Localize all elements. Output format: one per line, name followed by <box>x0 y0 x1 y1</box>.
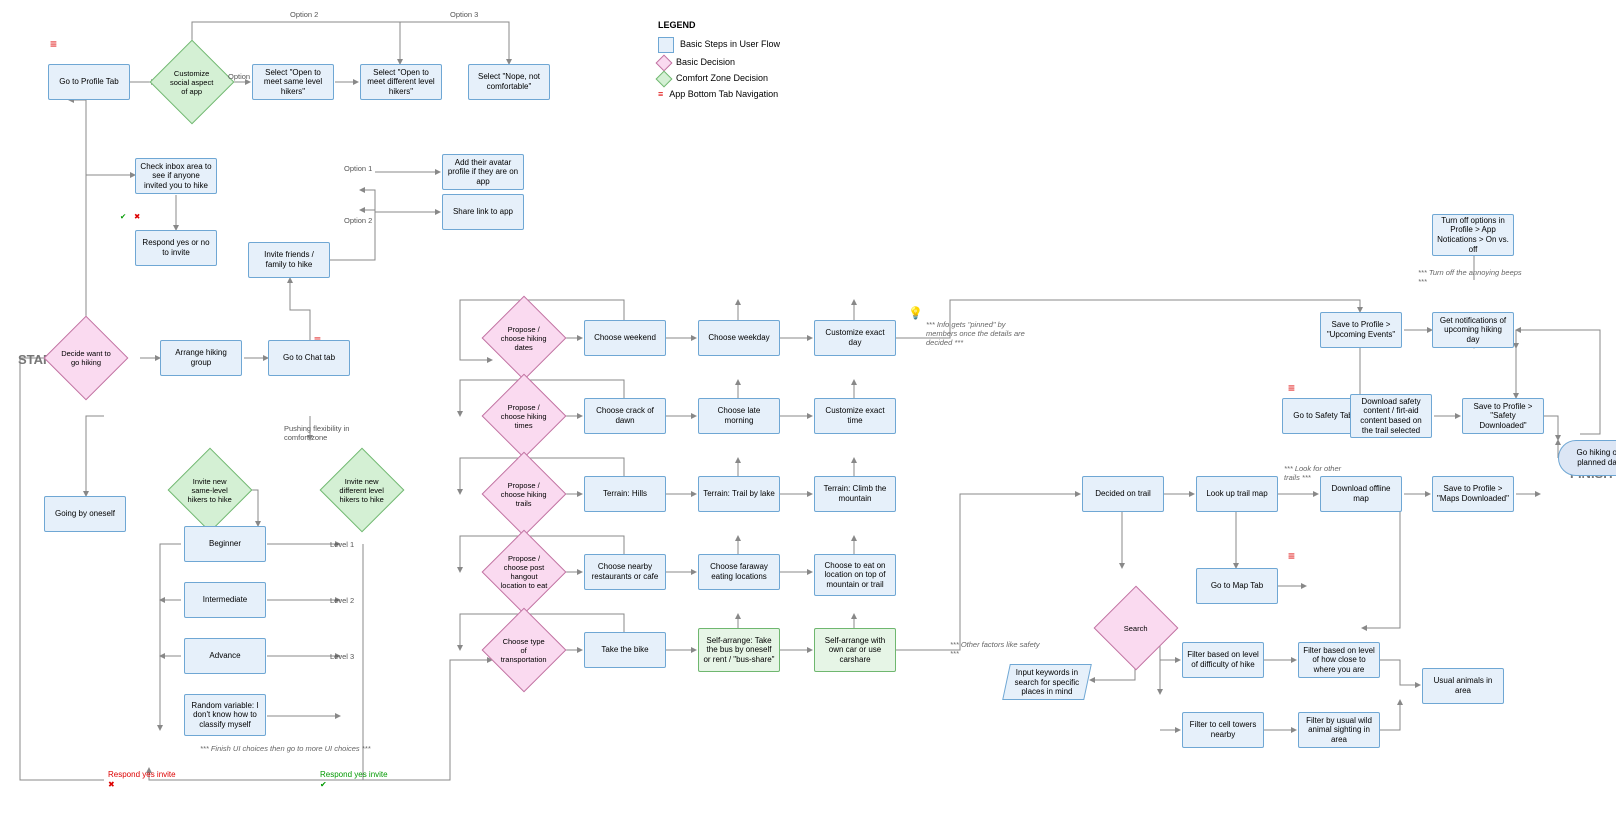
decision-eat: Propose / choose post hangout location t… <box>482 530 567 615</box>
decision-same-level: Invite new same-level hikers to hike <box>168 448 253 533</box>
legend-title: LEGEND <box>658 20 780 31</box>
step-beginner: Beginner <box>184 526 266 562</box>
step-intermediate: Intermediate <box>184 582 266 618</box>
input-keywords: Input keywords in search for specific pl… <box>1002 664 1092 700</box>
step-turn-off: Turn off options in Profile > App Notica… <box>1432 214 1514 256</box>
decision-diff-level: Invite new different level hikers to hik… <box>320 448 405 533</box>
decision-want-hike: Decide want to go hiking <box>44 316 129 401</box>
step-eat-onsite: Choose to eat on location on top of moun… <box>814 554 896 596</box>
legend-item: Basic Steps in User Flow <box>680 39 780 50</box>
step-car: Self-arrange with own car or use carshar… <box>814 628 896 672</box>
step-chat-tab: Go to Chat tab <box>268 340 350 376</box>
decision-trails: Propose / choose hiking trails <box>482 452 567 537</box>
step-profile-tab: Go to Profile Tab <box>48 64 130 100</box>
step-nope: Select "Nope, not comfortable" <box>468 64 550 100</box>
step-lake: Terrain: Trail by lake <box>698 476 780 512</box>
step-nearby: Choose nearby restaurants or cafe <box>584 554 666 590</box>
step-solo: Going by oneself <box>44 496 126 532</box>
legend-item: Comfort Zone Decision <box>676 73 768 84</box>
step-filter-cell: Filter to cell towers nearby <box>1182 712 1264 748</box>
step-animals: Usual animals in area <box>1422 668 1504 704</box>
step-trail-decided: Decided on trail <box>1082 476 1164 512</box>
hamburger-icon: ≡ <box>50 40 57 48</box>
check-icon: ✔ <box>120 212 126 221</box>
step-lookup-map: Look up trail map <box>1196 476 1278 512</box>
finish-node: Go hiking on planned day <box>1558 440 1616 476</box>
legend-item: App Bottom Tab Navigation <box>669 89 778 100</box>
step-random: Random variable: I don't know how to cla… <box>184 694 266 736</box>
decision-dates: Propose / choose hiking dates <box>482 296 567 381</box>
step-download-map: Download offline map <box>1320 476 1402 512</box>
step-advance: Advance <box>184 638 266 674</box>
step-avatar: Add their avatar profile if they are on … <box>442 154 524 190</box>
step-weekend: Choose weekend <box>584 320 666 356</box>
respond-no: Respond yes invite✖ <box>108 770 176 789</box>
step-exact-day: Customize exact day <box>814 320 896 356</box>
step-check-inbox: Check inbox area to see if anyone invite… <box>135 158 217 194</box>
hamburger-icon: ≡ <box>1288 552 1295 560</box>
step-mountain: Terrain: Climb the mountain <box>814 476 896 512</box>
step-filter-animal: Filter by usual wild animal sighting in … <box>1298 712 1380 748</box>
step-bus: Self-arrange: Take the bus by oneself or… <box>698 628 780 672</box>
lightbulb-icon: 💡 <box>908 306 923 320</box>
step-filter-diff: Filter based on level of difficulty of h… <box>1182 642 1264 678</box>
step-download-safety: Download safety content / firt-aid conte… <box>1350 394 1432 438</box>
step-arrange-group: Arrange hiking group <box>160 340 242 376</box>
step-morning: Choose late morning <box>698 398 780 434</box>
decision-times: Propose / choose hiking times <box>482 374 567 459</box>
step-save-maps: Save to Profile > "Maps Downloaded" <box>1432 476 1514 512</box>
decision-transport: Choose type of transportation <box>482 608 567 693</box>
legend: LEGEND Basic Steps in User Flow Basic De… <box>658 20 780 104</box>
step-invite-friends: Invite friends / family to hike <box>248 242 330 278</box>
step-exact-time: Customize exact time <box>814 398 896 434</box>
step-save-safety: Save to Profile > "Safety Downloaded" <box>1462 398 1544 434</box>
x-icon: ✖ <box>134 212 140 221</box>
step-weekday: Choose weekday <box>698 320 780 356</box>
step-filter-close: Filter based on level of how close to wh… <box>1298 642 1380 678</box>
legend-item: Basic Decision <box>676 57 735 68</box>
step-hills: Terrain: Hills <box>584 476 666 512</box>
step-map-tab: Go to Map Tab <box>1196 568 1278 604</box>
step-faraway: Choose faraway eating locations <box>698 554 780 590</box>
decision-customize-social: Customize social aspect of app <box>150 40 235 125</box>
step-open-diff: Select "Open to meet different level hik… <box>360 64 442 100</box>
decision-search: Search <box>1094 586 1179 671</box>
step-bike: Take the bike <box>584 632 666 668</box>
step-share-link: Share link to app <box>442 194 524 230</box>
step-open-same: Select "Open to meet same level hikers" <box>252 64 334 100</box>
step-respond-invite: Respond yes or no to invite <box>135 230 217 266</box>
step-dawn: Choose crack of dawn <box>584 398 666 434</box>
respond-yes: Respond yes invite✔ <box>320 770 388 789</box>
hamburger-icon: ≡ <box>1288 384 1295 392</box>
step-notifications: Get notifications of upcoming hiking day <box>1432 312 1514 348</box>
step-save-events: Save to Profile > "Upcoming Events" <box>1320 312 1402 348</box>
